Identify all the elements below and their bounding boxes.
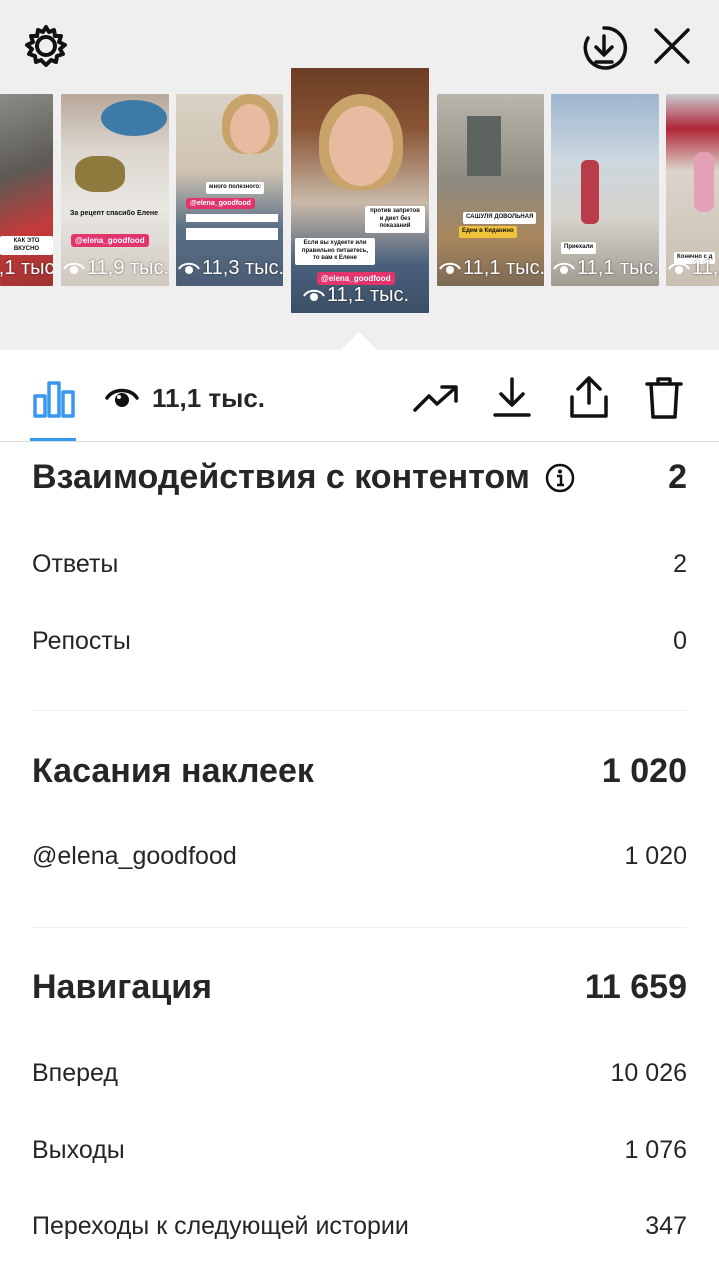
thumbnail-caption: За рецепт спасибо Елене — [70, 210, 158, 217]
list-sticker — [186, 228, 278, 240]
person-image — [694, 152, 714, 212]
food-image — [75, 156, 125, 192]
eye-icon — [303, 289, 325, 301]
stat-label: @elena_goodfood — [32, 842, 237, 870]
navigation-header: Навигация 11 659 — [32, 968, 687, 1007]
door-image — [467, 116, 501, 176]
stat-value: 0 — [673, 627, 687, 655]
story-carousel-area: КАК ЭТО ВКУСНО 11,1 тыс. За рецепт спаси… — [0, 0, 719, 350]
eye-icon — [178, 262, 200, 274]
eye-icon — [104, 380, 140, 416]
eye-icon — [63, 262, 85, 274]
thumbnail-views: 11,1 тыс. — [668, 257, 719, 280]
stat-label: Переходы к следующей истории — [32, 1212, 409, 1240]
story-thumbnail[interactable]: много полезного: @elena_goodfood 11,3 ты… — [176, 94, 283, 286]
section-title: Навигация — [32, 968, 212, 1006]
section-divider — [32, 927, 687, 928]
story-thumbnail[interactable]: За рецепт спасибо Елене @elena_goodfood … — [61, 94, 169, 286]
story-thumbnail-strip[interactable]: КАК ЭТО ВКУСНО 11,1 тыс. За рецепт спаси… — [0, 66, 719, 316]
thumbnail-caption: много полезного: — [206, 182, 265, 194]
stat-row: Выходы 1 076 — [32, 1136, 687, 1165]
story-thumbnail[interactable]: Приехали 11,1 тыс. — [551, 94, 659, 286]
stat-value: 2 — [673, 550, 687, 578]
trash-icon[interactable] — [642, 374, 686, 422]
stat-value: 1 076 — [624, 1136, 687, 1164]
share-icon[interactable] — [566, 374, 612, 420]
stat-value: 347 — [645, 1212, 687, 1240]
plate-image — [101, 100, 167, 136]
insights-sheet: 11,1 тыс. Взаимодействия с контентом 2 О… — [0, 350, 719, 1280]
thumbnail-caption: САШУЛЯ ДОВОЛЬНАЯ — [463, 212, 537, 224]
interactions-header: Взаимодействия с контентом 2 — [32, 458, 687, 497]
thumbnail-caption: Едем в Киданино — [459, 226, 517, 238]
stat-row: Вперед 10 026 — [32, 1059, 687, 1088]
stat-label: Выходы — [32, 1136, 125, 1164]
thumbnail-caption: КАК ЭТО ВКУСНО — [0, 236, 53, 255]
story-thumbnail[interactable]: САШУЛЯ ДОВОЛЬНАЯ Едем в Киданино 11,1 ты… — [437, 94, 544, 286]
active-tab-indicator — [30, 438, 76, 441]
section-total: 1 020 — [601, 752, 687, 790]
story-thumbnail-selected[interactable]: против запретов и диет без показаний Есл… — [291, 68, 429, 313]
section-total: 2 — [668, 458, 687, 496]
stat-row: Переходы к следующей истории 347 — [32, 1212, 687, 1241]
stat-row: Репосты 0 — [32, 627, 687, 656]
thumbnail-views: 11,9 тыс. — [63, 257, 169, 280]
thumbnail-caption: против запретов и диет без показаний — [365, 206, 425, 233]
view-count: 11,1 тыс. — [152, 383, 266, 413]
stat-row: @elena_goodfood 1 020 — [32, 842, 687, 871]
stat-value: 1 020 — [624, 842, 687, 870]
thumbnail-views: 11,1 тыс. — [303, 284, 409, 307]
mention-sticker: @elena_goodfood — [71, 234, 149, 247]
thumbnail-views: 11,1 тыс. — [439, 257, 544, 280]
section-title: Взаимодействия с контентом — [32, 458, 530, 496]
stat-label: Ответы — [32, 550, 119, 578]
thumbnail-views: 11,3 тыс. — [178, 257, 283, 280]
trending-up-icon[interactable] — [410, 378, 462, 418]
bar-chart-icon[interactable] — [30, 378, 78, 420]
thumbnail-caption: Если вы худеете или правильно питаетесь,… — [295, 238, 375, 265]
eye-icon — [553, 262, 575, 274]
eye-icon — [439, 262, 461, 274]
eye-icon — [668, 262, 690, 274]
thumbnail-caption: Приехали — [561, 242, 597, 254]
story-thumbnail[interactable]: Конечно с д 11,1 тыс. — [666, 94, 719, 286]
section-title: Касания наклеек — [32, 752, 314, 790]
selection-pointer — [341, 332, 377, 350]
insights-toolbar: 11,1 тыс. — [0, 350, 719, 442]
download-icon[interactable] — [490, 374, 534, 420]
stat-label: Вперед — [32, 1059, 118, 1087]
list-sticker — [186, 214, 278, 222]
mention-sticker: @elena_goodfood — [186, 198, 255, 209]
thumbnail-views: 11,1 тыс. — [553, 257, 659, 280]
stat-label: Репосты — [32, 627, 131, 655]
section-total: 11 659 — [584, 968, 687, 1006]
stat-value: 10 026 — [610, 1059, 687, 1087]
gear-icon[interactable] — [22, 22, 70, 70]
sticker-taps-header: Касания наклеек 1 020 — [32, 752, 687, 791]
section-divider — [32, 710, 687, 711]
story-thumbnail[interactable]: КАК ЭТО ВКУСНО 11,1 тыс. — [0, 94, 53, 286]
close-icon[interactable] — [648, 22, 696, 70]
person-image — [581, 160, 599, 224]
stat-row: Ответы 2 — [32, 550, 687, 579]
thumbnail-views: 11,1 тыс. — [0, 257, 53, 279]
info-icon[interactable] — [544, 462, 576, 494]
